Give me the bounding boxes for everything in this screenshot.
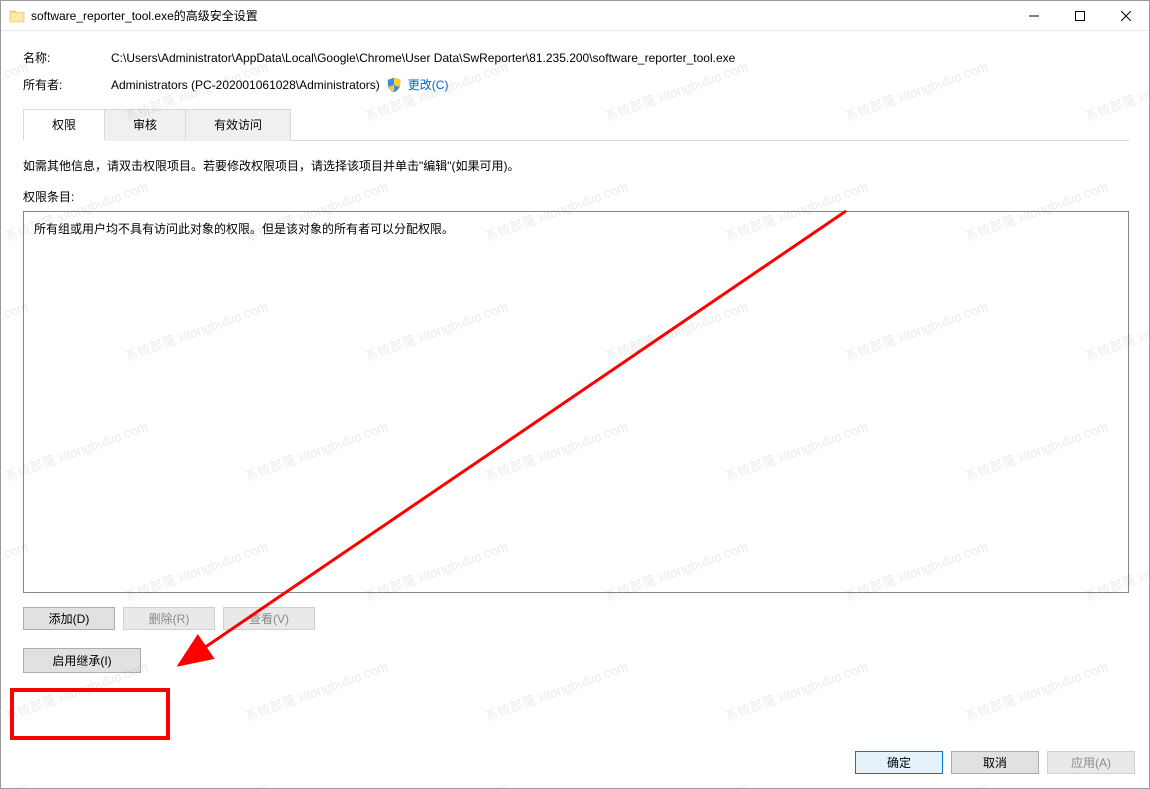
name-row: 名称: C:\Users\Administrator\AppData\Local… xyxy=(23,49,1129,66)
maximize-button[interactable] xyxy=(1057,1,1103,30)
remove-button: 删除(R) xyxy=(123,607,215,630)
permission-action-buttons: 添加(D) 删除(R) 查看(V) xyxy=(23,607,1129,630)
owner-row: 所有者: Administrators (PC-202001061028\Adm… xyxy=(23,76,1129,93)
tab-body-permissions: 如需其他信息，请双击权限项目。若要修改权限项目，请选择该项目并单击"编辑"(如果… xyxy=(23,141,1129,729)
name-label: 名称: xyxy=(23,49,111,66)
advanced-security-settings-window: software_reporter_tool.exe的高级安全设置 名称: C:… xyxy=(0,0,1150,789)
minimize-button[interactable] xyxy=(1011,1,1057,30)
add-button[interactable]: 添加(D) xyxy=(23,607,115,630)
permission-entries-label: 权限条目: xyxy=(23,188,1129,205)
change-owner-link[interactable]: 更改(C) xyxy=(408,76,449,93)
shield-icon xyxy=(386,77,402,93)
window-title: software_reporter_tool.exe的高级安全设置 xyxy=(31,7,1011,24)
view-button: 查看(V) xyxy=(223,607,315,630)
name-value: C:\Users\Administrator\AppData\Local\Goo… xyxy=(111,51,735,65)
tab-permissions[interactable]: 权限 xyxy=(23,109,105,141)
cancel-button[interactable]: 取消 xyxy=(951,751,1039,774)
titlebar: software_reporter_tool.exe的高级安全设置 xyxy=(1,1,1149,31)
dialog-footer: 确定 取消 应用(A) xyxy=(1,741,1149,788)
tab-effective-access[interactable]: 有效访问 xyxy=(186,109,291,141)
tab-auditing[interactable]: 审核 xyxy=(105,109,186,141)
enable-inheritance-button[interactable]: 启用继承(I) xyxy=(23,648,141,673)
permission-entries-empty-message: 所有组或用户均不具有访问此对象的权限。但是该对象的所有者可以分配权限。 xyxy=(34,220,1118,237)
apply-button: 应用(A) xyxy=(1047,751,1135,774)
owner-label: 所有者: xyxy=(23,76,111,93)
content-area: 名称: C:\Users\Administrator\AppData\Local… xyxy=(1,31,1149,741)
permission-entries-list[interactable]: 所有组或用户均不具有访问此对象的权限。但是该对象的所有者可以分配权限。 xyxy=(23,211,1129,593)
owner-value: Administrators (PC-202001061028\Administ… xyxy=(111,78,380,92)
window-controls xyxy=(1011,1,1149,30)
permissions-instructions: 如需其他信息，请双击权限项目。若要修改权限项目，请选择该项目并单击"编辑"(如果… xyxy=(23,157,1129,174)
ok-button[interactable]: 确定 xyxy=(855,751,943,774)
inherit-row: 启用继承(I) xyxy=(23,648,1129,673)
folder-icon xyxy=(9,8,25,24)
close-button[interactable] xyxy=(1103,1,1149,30)
tabs: 权限 审核 有效访问 xyxy=(23,109,1129,141)
